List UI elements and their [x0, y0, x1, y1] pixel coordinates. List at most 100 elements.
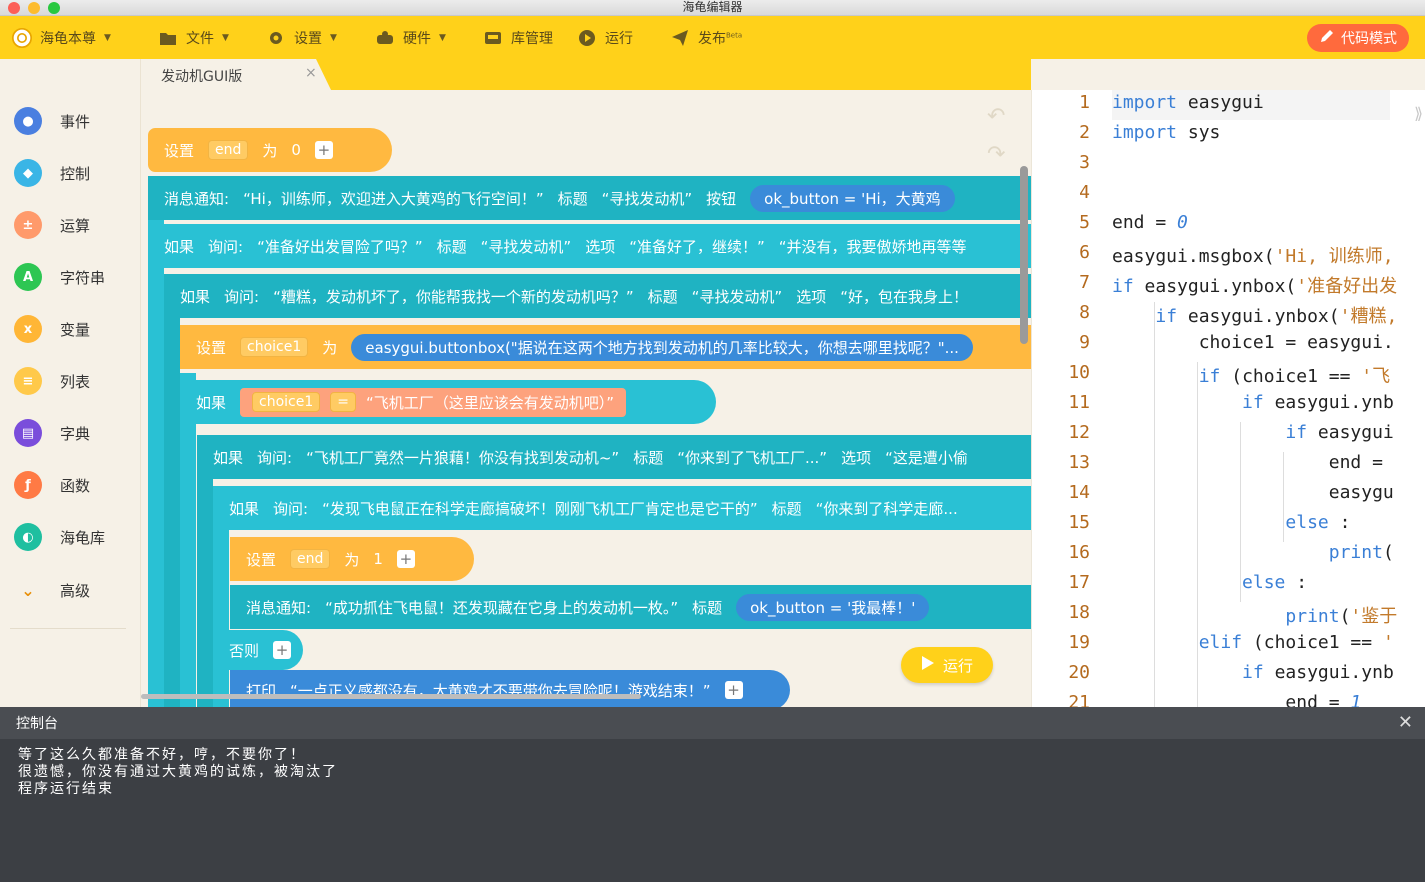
line-number: 4 [1079, 182, 1090, 203]
close-icon[interactable]: × [305, 65, 317, 81]
code-line[interactable]: end = [1112, 452, 1383, 473]
sidebar-item-turtle-lib[interactable]: ◐ 海龟库 [14, 522, 105, 552]
add-icon[interactable]: + [314, 141, 333, 159]
indent-guide [1154, 302, 1155, 707]
set-end-block[interactable]: 设置 end 为 1 + [230, 537, 474, 581]
menu-run-label: 运行 [605, 30, 633, 47]
title-text[interactable]: “寻找发动机” [692, 286, 783, 307]
message-text[interactable]: “Hi，训练师，欢迎进入大黄鸡的飞行空间！” [243, 188, 544, 209]
brand-menu[interactable]: 海龟本尊 ▼ [12, 16, 111, 59]
question-text[interactable]: “糟糕，发动机坏了，你能帮我找一个新的发动机吗？” [273, 286, 634, 307]
variable-dropdown[interactable]: choice1 [240, 337, 309, 357]
sidebar-item-label: 事件 [60, 112, 91, 131]
block-keyword: 消息通知: [164, 189, 230, 208]
send-icon [670, 28, 690, 48]
if-block[interactable]: 如果 询问: “飞机工厂竟然一片狼藉！你没有找到发动机~” 标题 “你来到了飞机… [197, 435, 1031, 479]
value-field[interactable]: 1 [373, 550, 383, 568]
menu-settings[interactable]: 设置 ▼ [266, 16, 337, 59]
code-line[interactable]: end = 0 [1112, 212, 1188, 233]
sidebar-item-control[interactable]: ◆ 控制 [14, 158, 90, 188]
option-text[interactable]: “这是遭小偷 [885, 447, 968, 468]
vertical-scrollbar[interactable] [1020, 166, 1028, 344]
question-text[interactable]: “飞机工厂竟然一片狼藉！你没有找到发动机~” [306, 447, 619, 468]
option-text[interactable]: “准备好了，继续！” [629, 236, 765, 257]
sidebar-item-dictionary[interactable]: ▤ 字典 [14, 418, 90, 448]
code-line[interactable]: import easygui [1112, 92, 1264, 113]
code-line[interactable]: import sys [1112, 122, 1220, 143]
question-text[interactable]: “发现飞电鼠正在科学走廊搞破坏！刚刚飞机工厂肯定也是它干的” [322, 498, 758, 519]
compare-expression[interactable]: choice1 = “飞机工厂（这里应该会有发动机吧）” [240, 387, 627, 417]
line-number: 18 [1068, 602, 1090, 623]
menu-hardware[interactable]: 硬件 ▼ [375, 16, 446, 59]
if-block[interactable]: 如果 询问: “准备好出发冒险了吗？” 标题 “寻找发动机” 选项 “准备好了，… [148, 224, 1031, 268]
buttonbox-expression[interactable]: easygui.buttonbox("据说在这两个地方找到发动机的几率比较大，你… [351, 333, 973, 361]
if-block-body [197, 478, 213, 707]
msgbox-block[interactable]: 消息通知: “Hi，训练师，欢迎进入大黄鸡的飞行空间！” 标题 “寻找发动机” … [148, 176, 1031, 220]
tab-engine-gui[interactable]: 发动机GUI版 × [141, 59, 331, 90]
menu-publish[interactable]: 发布Beta [670, 16, 742, 59]
redo-icon[interactable]: ↷ [987, 142, 1005, 167]
sidebar-item-events[interactable]: ● 事件 [14, 106, 90, 136]
set-end-block[interactable]: 设置 end 为 0 + [148, 128, 392, 172]
variable-dropdown[interactable]: choice1 [252, 392, 321, 412]
collapse-panel-icon[interactable]: ⟫ [1414, 104, 1423, 123]
block-keyword: 标题 [557, 189, 588, 208]
title-text[interactable]: “你来到了科学走廊... [816, 498, 958, 519]
code-line[interactable]: else : [1112, 512, 1350, 533]
menu-library[interactable]: 库管理 [483, 16, 553, 59]
if-block[interactable]: 如果 询问: “发现飞电鼠正在科学走廊搞破坏！刚刚飞机工厂肯定也是它干的” 标题… [213, 486, 1031, 530]
variable-dropdown[interactable]: end [290, 549, 331, 569]
code-line[interactable]: else : [1112, 572, 1307, 593]
code-mode-button[interactable]: 代码模式 [1307, 24, 1409, 52]
option-text[interactable]: “好，包在我身上！ [840, 286, 968, 307]
button-expression[interactable]: ok_button = '我最棒！' [736, 593, 930, 621]
run-button[interactable]: 运行 [901, 647, 993, 683]
add-icon[interactable]: + [396, 550, 415, 568]
sidebar-item-operators[interactable]: ± 运算 [14, 210, 90, 240]
msgbox-block[interactable]: 消息通知: “成功抓住飞电鼠！还发现藏在它身上的发动机一枚。” 标题 ok_bu… [230, 585, 1031, 629]
set-choice-block[interactable]: 设置 choice1 为 easygui.buttonbox("据说在这两个地方… [180, 325, 1031, 369]
block-workspace[interactable]: ↶ ↷ 设置 end 为 0 + 消息通知: “Hi，训练师，欢迎进入大黄鸡的飞… [141, 90, 1031, 707]
if-choice-block[interactable]: 如果 choice1 = “飞机工厂（这里应该会有发动机吧）” [180, 380, 716, 424]
question-text[interactable]: “准备好出发冒险了吗？” [257, 236, 423, 257]
close-icon[interactable]: ✕ [1398, 712, 1413, 733]
sidebar-item-advanced[interactable]: ⌄ 高级 [14, 575, 90, 605]
else-block[interactable]: 否则 + [213, 630, 303, 670]
menu-file[interactable]: 文件 ▼ [158, 16, 229, 59]
sidebar-item-string[interactable]: A 字符串 [14, 262, 105, 292]
menu-run[interactable]: 运行 [577, 16, 633, 59]
title-text[interactable]: “寻找发动机” [481, 236, 572, 257]
button-expression[interactable]: ok_button = 'Hi，大黄鸡 [750, 184, 955, 212]
add-icon[interactable]: + [273, 641, 292, 659]
if-block[interactable]: 如果 询问: “糟糕，发动机坏了，你能帮我找一个新的发动机吗？” 标题 “寻找发… [164, 274, 1031, 318]
sidebar-item-functions[interactable]: ƒ 函数 [14, 470, 90, 500]
value-field[interactable]: 0 [291, 141, 301, 159]
operator-dropdown[interactable]: = [330, 392, 356, 412]
string-icon: A [14, 263, 42, 291]
title-text[interactable]: “你来到了飞机工厂...” [677, 447, 827, 468]
line-number: 11 [1068, 392, 1090, 413]
sidebar-item-label: 字典 [60, 424, 91, 443]
block-keyword: 为 [262, 141, 278, 160]
code-line[interactable]: end = 1 [1112, 692, 1361, 707]
code-editor[interactable]: ⟫ 1 import easygui 2 import sys 3 4 5 end = 0 6 e… [1031, 90, 1425, 707]
option-text[interactable]: “并没有，我要傲娇地再等等 [779, 236, 967, 257]
chevron-down-icon: ▼ [104, 32, 111, 43]
sidebar-item-lists[interactable]: ≡ 列表 [14, 366, 90, 396]
line-number: 17 [1068, 572, 1090, 593]
variable-dropdown[interactable]: end [208, 140, 249, 160]
message-text[interactable]: “成功抓住飞电鼠！还发现藏在它身上的发动机一枚。” [325, 597, 678, 618]
code-line[interactable]: if easygui.ynbox('准备好出发 [1112, 272, 1397, 298]
undo-icon[interactable]: ↶ [987, 104, 1005, 129]
indent-guide [1240, 422, 1241, 602]
sidebar-item-variables[interactable]: x 变量 [14, 314, 90, 344]
horizontal-scrollbar[interactable] [141, 694, 641, 699]
title-text[interactable]: “寻找发动机” [602, 188, 693, 209]
indent-guide [1197, 362, 1198, 707]
line-number: 7 [1079, 272, 1090, 293]
print-block[interactable]: 打印 “一点正义感都没有，大黄鸡才不要带你去冒险呢！游戏结束！” + [230, 670, 790, 707]
code-line[interactable]: easygui.msgbox('Hi, 训练师, [1112, 242, 1394, 268]
add-icon[interactable]: + [724, 681, 743, 699]
sidebar-item-label: 高级 [60, 581, 91, 600]
compare-text[interactable]: “飞机工厂（这里应该会有发动机吧）” [366, 392, 614, 413]
